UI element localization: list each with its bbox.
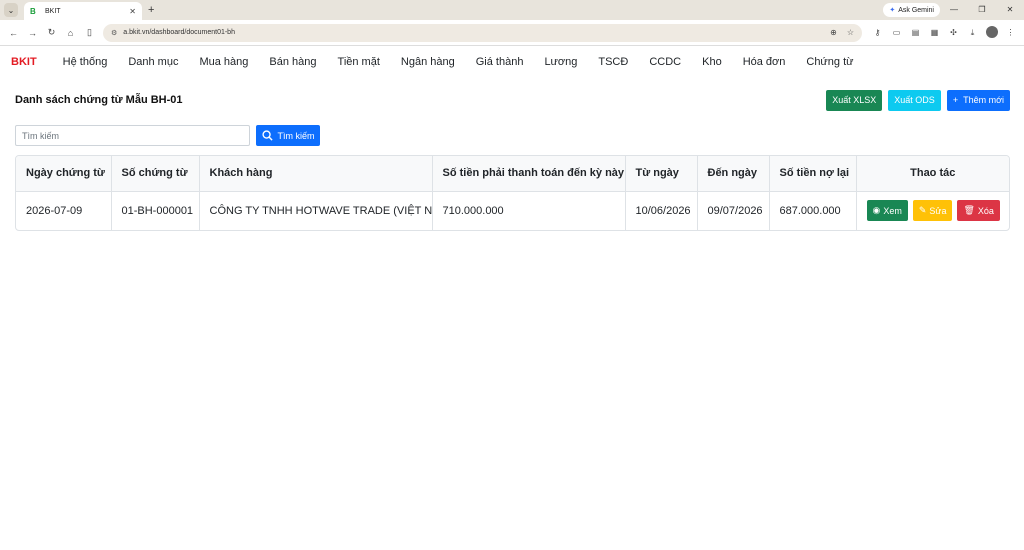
search-bar: Tìm kiếm bbox=[15, 125, 1009, 146]
export-xlsx-button[interactable]: Xuất XLSX bbox=[826, 89, 883, 111]
url-text: a.bkit.vn/dashboard/document01-bh bbox=[123, 29, 235, 36]
col-header-customer[interactable]: Khách hàng bbox=[199, 156, 433, 192]
password-key-icon[interactable]: ⚷ bbox=[868, 28, 887, 37]
cell-to-date: 09/07/2026 bbox=[697, 191, 770, 230]
nav-item-he-thong[interactable]: Hệ thống bbox=[63, 56, 108, 68]
card-icon[interactable]: ▭ bbox=[887, 28, 906, 37]
profile-avatar[interactable] bbox=[982, 25, 1001, 40]
menu-kebab-icon[interactable]: ⋮ bbox=[1001, 28, 1020, 37]
forward-arrow-icon[interactable]: → bbox=[23, 28, 42, 38]
documents-table: Ngày chứng từ Số chứng từ Khách hàng Số … bbox=[15, 155, 1010, 231]
home-icon[interactable]: ⌂ bbox=[61, 28, 80, 38]
bookmark-star-icon[interactable]: ☆ bbox=[847, 28, 854, 37]
site-info-icon[interactable]: ⚙ bbox=[111, 29, 117, 37]
view-button[interactable]: ◉ Xem bbox=[866, 200, 908, 222]
table-row: 2026-07-09 01-BH-000001 CÔNG TY TNHH HOT… bbox=[16, 191, 1009, 230]
ask-gemini-button[interactable]: ✦ Ask Gemini bbox=[883, 3, 940, 17]
gemini-spark-icon: ✦ bbox=[889, 7, 896, 14]
browser-tab[interactable]: B BKIT ✕ bbox=[24, 2, 142, 20]
puzzle-icon[interactable]: ✣ bbox=[944, 28, 963, 37]
restore-icon[interactable]: ❐ bbox=[968, 0, 996, 20]
nav-item-chung-tu[interactable]: Chứng từ bbox=[806, 56, 853, 68]
browser-toolbar: ← → ↻ ⌂ ▯ ⚙ a.bkit.vn/dashboard/document… bbox=[0, 20, 1024, 46]
back-arrow-icon[interactable]: ← bbox=[4, 28, 23, 38]
cell-remaining: 687.000.000 bbox=[769, 191, 857, 230]
col-header-remaining[interactable]: Số tiền nợ lại bbox=[769, 156, 857, 192]
col-header-number[interactable]: Số chứng từ bbox=[111, 156, 200, 192]
col-header-date[interactable]: Ngày chứng từ bbox=[16, 156, 112, 192]
view-label: Xem bbox=[883, 205, 902, 216]
edit-button[interactable]: ✎ Sửa bbox=[912, 200, 953, 222]
nav-item-ban-hang[interactable]: Bán hàng bbox=[269, 56, 316, 68]
split-view-icon[interactable]: ▯ bbox=[80, 27, 99, 38]
eye-icon: ◉ bbox=[872, 205, 881, 216]
search-icon bbox=[261, 130, 273, 141]
table-header-row: Ngày chứng từ Số chứng từ Khách hàng Số … bbox=[16, 156, 1009, 192]
export-ods-button[interactable]: Xuất ODS bbox=[888, 89, 941, 111]
delete-button[interactable]: 🗑 Xóa bbox=[957, 200, 1000, 222]
nav-item-gia-thanh[interactable]: Giá thành bbox=[476, 56, 524, 68]
add-new-label: Thêm mới bbox=[963, 95, 1004, 105]
plus-icon: + bbox=[952, 95, 959, 105]
new-tab-icon[interactable]: + bbox=[148, 4, 154, 16]
nav-item-tscd[interactable]: TSCĐ bbox=[598, 56, 628, 68]
tab-close-icon[interactable]: ✕ bbox=[129, 7, 136, 16]
cell-from-date: 10/06/2026 bbox=[625, 191, 698, 230]
extension-icon[interactable]: ▦ bbox=[925, 28, 944, 37]
nav-item-danh-muc[interactable]: Danh mục bbox=[128, 56, 178, 68]
pencil-icon: ✎ bbox=[918, 205, 927, 216]
page-actions: Xuất XLSX Xuất ODS + Thêm mới bbox=[826, 89, 1010, 111]
cell-actions: ◉ Xem ✎ Sửa 🗑 Xóa bbox=[856, 191, 1009, 230]
search-input[interactable] bbox=[15, 125, 250, 146]
nav-item-ccdc[interactable]: CCDC bbox=[649, 56, 681, 68]
add-new-button[interactable]: + Thêm mới bbox=[946, 89, 1010, 111]
app-navbar: BKIT Hệ thống Danh mục Mua hàng Bán hàng… bbox=[0, 47, 1024, 77]
zoom-icon[interactable]: ⊕ bbox=[830, 28, 837, 37]
page-title: Danh sách chứng từ Mẫu BH-01 bbox=[15, 94, 183, 106]
address-bar[interactable]: ⚙ a.bkit.vn/dashboard/document01-bh ⊕ ☆ bbox=[103, 23, 862, 42]
cell-number: 01-BH-000001 bbox=[111, 191, 200, 230]
col-header-to-date[interactable]: Đến ngày bbox=[697, 156, 770, 192]
nav-item-mua-hang[interactable]: Mua hàng bbox=[199, 56, 248, 68]
brand-logo[interactable]: BKIT bbox=[11, 56, 37, 68]
browser-tabbar: ⌄ B BKIT ✕ + ✦ Ask Gemini — ❐ ✕ bbox=[0, 0, 1024, 20]
col-header-amount-due[interactable]: Số tiền phải thanh toán đến kỳ này bbox=[432, 156, 626, 192]
nav-item-tien-mat[interactable]: Tiền mặt bbox=[338, 56, 380, 68]
col-header-actions: Thao tác bbox=[856, 156, 1009, 192]
col-header-from-date[interactable]: Từ ngày bbox=[625, 156, 698, 192]
row-actions: ◉ Xem ✎ Sửa 🗑 Xóa bbox=[866, 200, 1000, 222]
tab-title: BKIT bbox=[45, 7, 61, 15]
nav-item-hoa-don[interactable]: Hóa đơn bbox=[743, 56, 786, 68]
reload-icon[interactable]: ↻ bbox=[42, 27, 61, 38]
search-button[interactable]: Tìm kiếm bbox=[256, 125, 320, 146]
search-button-label: Tìm kiếm bbox=[277, 130, 315, 141]
tab-favicon-icon: B bbox=[30, 6, 36, 16]
nav-item-kho[interactable]: Kho bbox=[702, 56, 722, 68]
cell-customer: CÔNG TY TNHH HOTWAVE TRADE (VIỆT NAM) bbox=[199, 191, 433, 230]
delete-label: Xóa bbox=[977, 205, 994, 216]
trash-icon: 🗑 bbox=[963, 205, 975, 216]
minimize-icon[interactable]: — bbox=[940, 0, 968, 20]
ask-gemini-label: Ask Gemini bbox=[898, 6, 934, 14]
edit-label: Sửa bbox=[929, 205, 947, 216]
download-icon[interactable]: ⤓ bbox=[963, 28, 982, 38]
tab-list-chevron-icon[interactable]: ⌄ bbox=[4, 3, 18, 17]
cell-amount-due: 710.000.000 bbox=[432, 191, 626, 230]
nav-item-ngan-hang[interactable]: Ngân hàng bbox=[401, 56, 455, 68]
window-controls: — ❐ ✕ bbox=[940, 0, 1024, 20]
cell-date: 2026-07-09 bbox=[16, 191, 112, 230]
page-header: Danh sách chứng từ Mẫu BH-01 Xuất XLSX X… bbox=[15, 89, 1010, 111]
page-content: Danh sách chứng từ Mẫu BH-01 Xuất XLSX X… bbox=[0, 89, 1024, 231]
window-close-icon[interactable]: ✕ bbox=[996, 0, 1024, 20]
nav-item-luong[interactable]: Lương bbox=[544, 56, 577, 68]
reader-icon[interactable]: ▤ bbox=[906, 28, 925, 37]
